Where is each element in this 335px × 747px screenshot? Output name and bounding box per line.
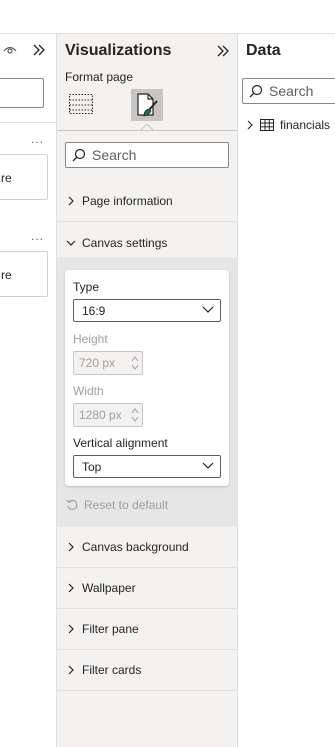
type-dropdown[interactable]: 16:9 <box>73 299 221 322</box>
vertical-alignment-label: Vertical alignment <box>73 436 168 450</box>
chevron-right-icon <box>66 583 76 593</box>
data-search-box[interactable] <box>242 78 335 104</box>
spin-arrows-icon <box>131 408 139 422</box>
section-label: Filter cards <box>82 663 142 677</box>
section-label: Canvas settings <box>82 235 168 250</box>
data-search-input[interactable] <box>269 83 335 99</box>
reset-label: Reset to default <box>84 498 169 512</box>
filter-card-text: re <box>1 171 12 185</box>
filters-search-input[interactable] <box>0 78 44 108</box>
pane-subtitle: Format page <box>65 70 134 84</box>
top-bar <box>0 0 335 34</box>
canvas-settings-body: Type 16:9 Height 720 px Width 1280 px Ve… <box>57 257 237 527</box>
format-page-tab[interactable] <box>131 89 163 121</box>
eye-icon[interactable] <box>3 45 17 55</box>
more-options-icon[interactable]: ... <box>31 133 44 145</box>
section-canvas-background[interactable]: Canvas background <box>57 527 237 568</box>
section-label: Canvas background <box>82 540 189 554</box>
height-label: Height <box>73 332 108 346</box>
data-pane: Data financials <box>238 34 335 747</box>
chevron-down-icon <box>202 462 214 469</box>
expand-pane-icon[interactable] <box>31 43 47 57</box>
section-wallpaper[interactable]: Wallpaper <box>57 568 237 609</box>
filter-card-text: re <box>1 268 12 282</box>
format-search-box[interactable] <box>65 142 229 168</box>
type-label: Type <box>73 280 100 294</box>
section-page-information[interactable]: Page information <box>57 181 237 222</box>
vertical-alignment-dropdown[interactable]: Top <box>73 455 221 478</box>
chevron-right-icon <box>66 665 76 675</box>
paint-brush-page-icon <box>137 93 158 117</box>
section-label: Page information <box>82 194 173 208</box>
search-icon <box>243 79 269 103</box>
chevron-right-icon <box>66 624 76 634</box>
double-chevron-right-icon[interactable] <box>215 44 231 58</box>
canvas-settings-card: Type 16:9 Height 720 px Width 1280 px Ve… <box>65 270 229 486</box>
format-search-input[interactable] <box>92 147 222 163</box>
filters-pane: ... re ... re <box>0 34 57 747</box>
divider <box>0 122 56 123</box>
section-filter-pane[interactable]: Filter pane <box>57 609 237 650</box>
visualizations-pane: Visualizations Format page Pag <box>57 34 238 747</box>
section-label: Filter pane <box>82 622 139 636</box>
section-label: Wallpaper <box>82 581 136 595</box>
chevron-right-icon <box>66 196 76 206</box>
height-value: 720 px <box>79 356 116 370</box>
width-value: 1280 px <box>79 408 122 422</box>
search-icon <box>66 143 92 167</box>
divider <box>57 130 237 131</box>
vertical-alignment-value: Top <box>82 459 102 474</box>
spin-arrows-icon <box>131 356 139 370</box>
chevron-down-icon <box>202 306 214 313</box>
table-icon <box>260 119 274 131</box>
pane-title: Data <box>246 42 281 59</box>
more-options-icon[interactable]: ... <box>31 230 44 242</box>
pane-title: Visualizations <box>65 42 172 59</box>
chevron-right-icon <box>246 120 256 130</box>
format-visual-tab[interactable] <box>67 90 95 118</box>
section-filter-cards[interactable]: Filter cards <box>57 650 237 691</box>
type-value: 16:9 <box>82 303 106 318</box>
format-visual-icon <box>69 94 93 114</box>
reset-to-default-button[interactable]: Reset to default <box>66 498 168 512</box>
reset-icon <box>66 499 78 510</box>
table-name: financials <box>280 118 331 132</box>
table-item-financials[interactable]: financials <box>246 118 330 132</box>
filter-card[interactable]: re <box>0 251 48 297</box>
chevron-down-icon <box>66 238 76 248</box>
chevron-right-icon <box>66 542 76 552</box>
filter-card[interactable]: re <box>0 154 48 200</box>
width-label: Width <box>73 384 104 398</box>
width-stepper[interactable]: 1280 px <box>73 403 143 427</box>
height-stepper[interactable]: 720 px <box>73 351 143 375</box>
